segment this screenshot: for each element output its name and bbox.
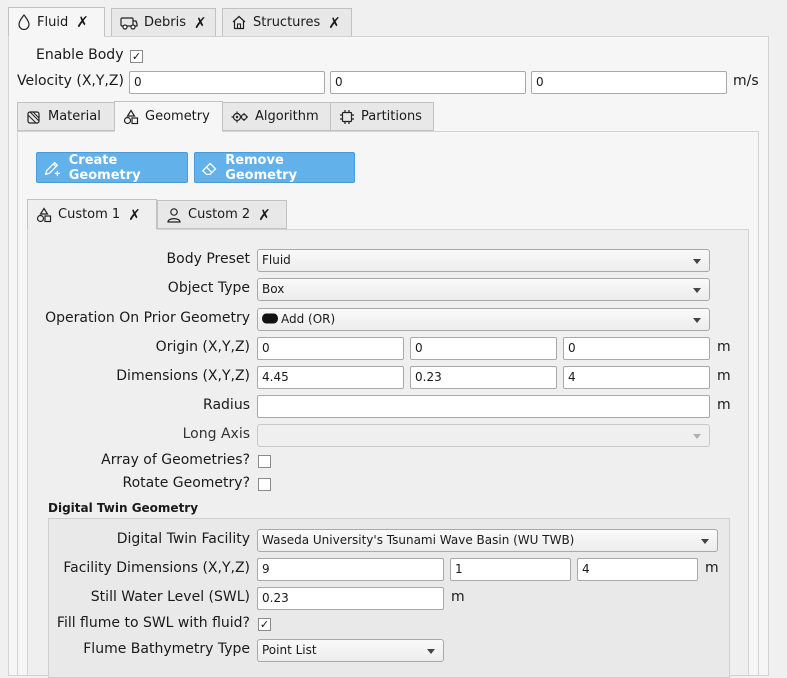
radius-input[interactable] [257,395,710,418]
enable-body-checkbox[interactable]: ✓ [130,50,143,63]
droplet-icon [18,14,30,30]
chip-icon [340,109,354,124]
chevron-down-icon [701,539,709,544]
rotate-geometry-checkbox[interactable] [258,478,271,491]
bathymetry-type-label: Flume Bathymetry Type [83,641,250,657]
object-type-select[interactable]: Box [257,278,710,301]
digital-twin-section-title: Digital Twin Geometry [48,501,199,515]
dimensions-label: Dimensions (X,Y,Z) [116,368,250,384]
fill-flume-checkbox[interactable]: ✓ [258,618,271,631]
facility-dims-z-input[interactable]: 4 [577,558,698,581]
long-axis-label: Long Axis [182,426,250,442]
object-type-value: Box [262,282,285,296]
facility-select[interactable]: Waseda University's Tsunami Wave Basin (… [257,529,718,552]
close-icon[interactable]: ✗ [128,206,141,224]
rotate-geometry-label: Rotate Geometry? [122,475,250,491]
radius-unit: m [717,397,731,413]
bathymetry-type-select[interactable]: Point List [257,639,444,662]
velocity-x-input[interactable]: 0 [129,71,325,94]
close-icon[interactable]: ✗ [328,14,341,32]
facility-dims-y-input[interactable]: 1 [450,558,571,581]
tab-algorithm[interactable]: Algorithm [222,102,331,131]
tab-label: Debris [144,15,186,30]
tab-fluid[interactable]: Fluid ✗ [8,7,105,37]
body-preset-value: Fluid [262,253,291,267]
facility-label: Digital Twin Facility [116,531,250,547]
dimensions-unit: m [717,368,731,384]
body-preset-select[interactable]: Fluid [257,249,710,272]
union-icon [262,313,278,324]
origin-y-input[interactable]: 0 [410,337,557,360]
material-icon [27,110,40,124]
shapes-icon [36,206,52,222]
velocity-label: Velocity (X,Y,Z) [17,73,124,89]
tab-label: Structures [253,15,321,30]
create-geometry-button[interactable]: Create Geometry [36,152,188,183]
enable-body-label: Enable Body [36,47,124,63]
array-geometries-checkbox[interactable] [258,455,271,468]
tab-custom-2[interactable]: Custom 2 ✗ [157,200,287,229]
tab-partitions[interactable]: Partitions [330,102,434,131]
operation-label: Operation On Prior Geometry [45,310,250,326]
pencil-plus-icon [44,161,61,176]
operation-select[interactable]: Add (OR) [257,308,710,331]
facility-dims-unit: m [705,560,719,576]
swl-label: Still Water Level (SWL) [90,589,250,605]
shapes-icon [123,108,139,124]
tab-label: Custom 1 [58,207,121,222]
origin-label: Origin (X,Y,Z) [155,339,250,355]
close-icon[interactable]: ✗ [258,206,271,224]
close-icon[interactable]: ✗ [194,14,207,32]
fill-flume-label: Fill flume to SWL with fluid? [56,615,250,631]
object-type-label: Object Type [167,280,250,296]
tab-structures[interactable]: Structures ✗ [222,8,352,37]
origin-unit: m [717,339,731,355]
velocity-y-input[interactable]: 0 [330,71,526,94]
array-geometries-label: Array of Geometries? [101,452,250,468]
radius-label: Radius [203,397,250,413]
dimensions-y-input[interactable]: 0.23 [410,366,557,389]
house-icon [232,15,246,30]
eraser-icon [201,162,217,175]
tab-custom-1[interactable]: Custom 1 ✗ [27,199,157,230]
close-icon[interactable]: ✗ [76,13,89,31]
facility-value: Waseda University's Tsunami Wave Basin (… [262,533,575,547]
remove-geometry-label: Remove Geometry [225,152,298,183]
velocity-z-input[interactable]: 0 [531,71,727,94]
chevron-down-icon [693,288,701,293]
create-geometry-label: Create Geometry [68,152,141,183]
chevron-down-icon [693,318,701,323]
swl-input[interactable]: 0.23 [257,587,444,610]
dimensions-z-input[interactable]: 4 [563,366,710,389]
person-icon [167,207,181,223]
tab-label: Partitions [361,109,422,124]
origin-z-input[interactable]: 0 [563,337,710,360]
tab-label: Material [48,109,101,124]
origin-x-input[interactable]: 0 [257,337,404,360]
facility-dims-x-input[interactable]: 9 [257,558,444,581]
long-axis-select[interactable] [257,424,710,447]
swl-unit: m [451,589,465,605]
tab-label: Algorithm [255,109,319,124]
tab-label: Custom 2 [188,207,251,222]
facility-dims-label: Facility Dimensions (X,Y,Z) [63,560,250,576]
operation-value: Add (OR) [281,312,336,326]
gears-icon [231,111,248,122]
tab-debris[interactable]: Debris ✗ [111,8,216,37]
chevron-down-icon [693,434,701,439]
tab-material[interactable]: Material [17,102,115,131]
vehicle-icon [120,16,138,30]
tab-label: Fluid [37,14,69,30]
chevron-down-icon [427,649,435,654]
chevron-down-icon [693,259,701,264]
body-preset-label: Body Preset [166,251,250,267]
tab-label: Geometry [145,109,210,124]
bathymetry-type-value: Point List [262,643,317,657]
dimensions-x-input[interactable]: 4.45 [257,366,404,389]
velocity-unit: m/s [733,73,759,89]
remove-geometry-button[interactable]: Remove Geometry [194,152,355,183]
tab-geometry[interactable]: Geometry [114,101,223,132]
